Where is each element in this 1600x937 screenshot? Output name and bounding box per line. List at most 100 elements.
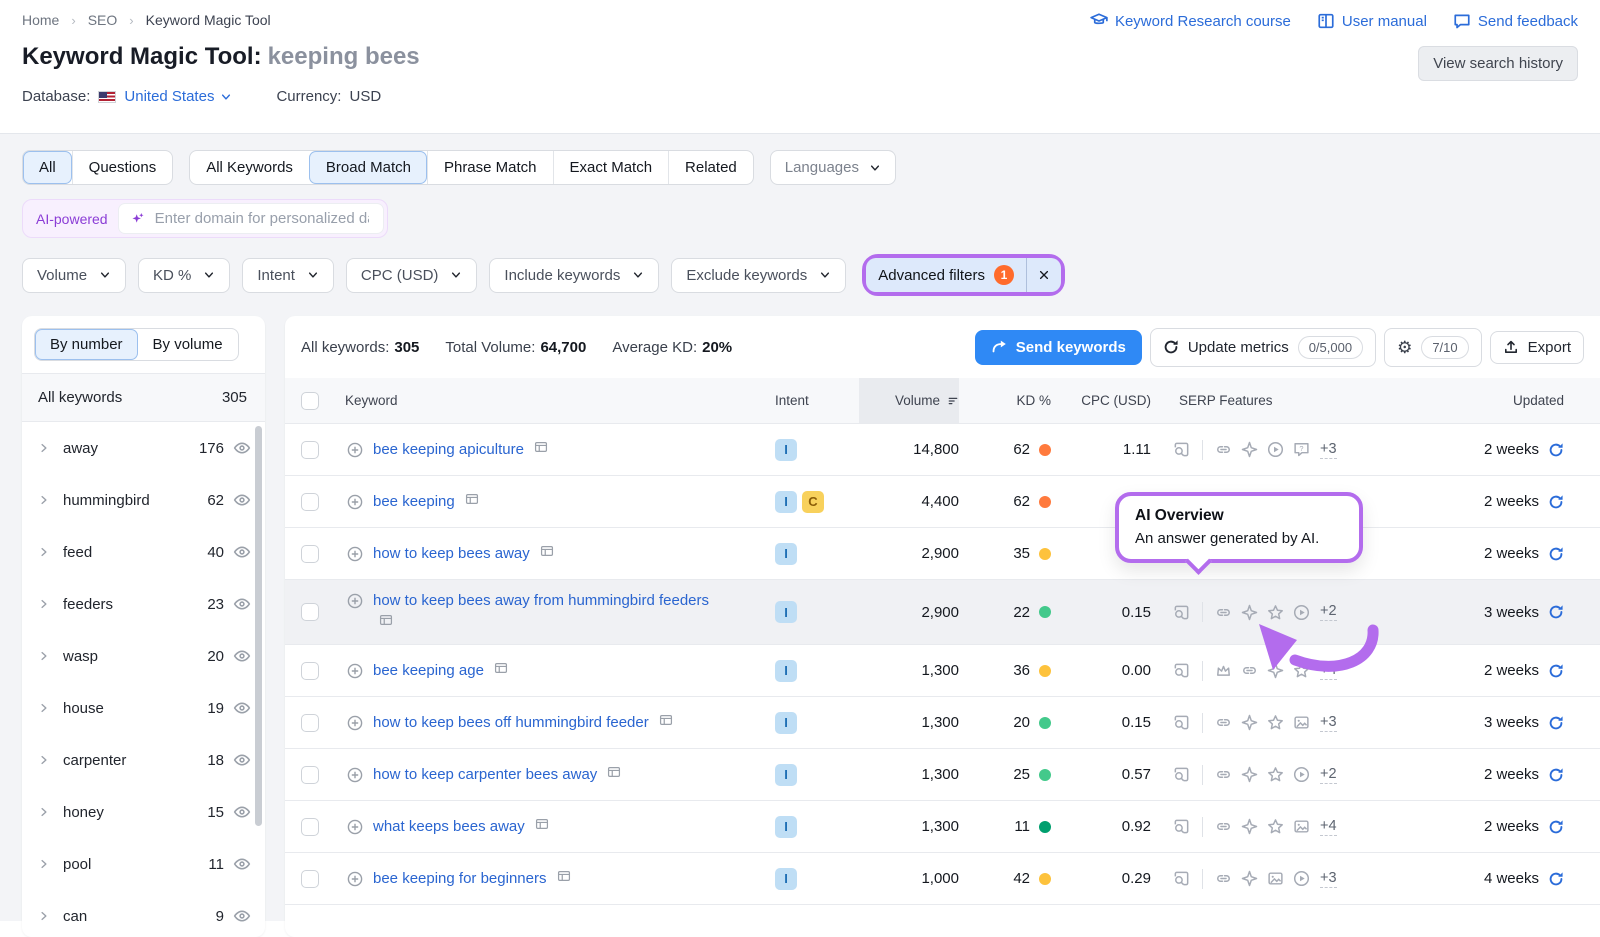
add-keyword-icon[interactable] (347, 663, 363, 679)
keyword-link[interactable]: bee keeping for beginners (373, 868, 571, 890)
image-icon[interactable] (1293, 818, 1310, 835)
serp-preview-icon[interactable] (534, 440, 548, 454)
keyword-link[interactable]: how to keep bees away (373, 543, 554, 565)
add-keyword-icon[interactable] (347, 494, 363, 510)
row-checkbox[interactable] (301, 766, 319, 784)
link-icon[interactable] (1215, 714, 1232, 731)
refresh-icon[interactable] (1548, 663, 1564, 679)
keyword-link[interactable]: bee keeping age (373, 660, 508, 682)
keyword-group-row[interactable]: feed 40 (22, 526, 265, 578)
filter-cpc[interactable]: CPC (USD) (346, 258, 478, 293)
eye-icon[interactable] (233, 543, 251, 561)
chevron-right-icon[interactable] (38, 494, 50, 506)
add-keyword-icon[interactable] (347, 819, 363, 835)
serp-preview-icon[interactable] (1173, 662, 1190, 679)
tab-broad-match[interactable]: Broad Match (309, 151, 427, 184)
chevron-right-icon[interactable] (38, 858, 50, 870)
star-icon[interactable] (1267, 604, 1284, 621)
chevron-right-icon[interactable] (38, 546, 50, 558)
keyword-link[interactable]: how to keep bees away from hummingbird f… (373, 590, 725, 634)
eye-icon[interactable] (233, 699, 251, 717)
keyword-group-row[interactable]: hummingbird 62 (22, 474, 265, 526)
intent-badge-I[interactable]: I (775, 816, 797, 838)
column-intent[interactable]: Intent (775, 378, 859, 423)
update-metrics-button[interactable]: Update metrics 0/5,000 (1150, 328, 1376, 367)
tab-related[interactable]: Related (668, 151, 753, 184)
link-icon[interactable] (1215, 441, 1232, 458)
view-search-history-button[interactable]: View search history (1418, 46, 1578, 81)
languages-dropdown[interactable]: Languages (770, 150, 896, 185)
serp-preview-icon[interactable] (494, 661, 508, 675)
intent-badge-I[interactable]: I (775, 660, 797, 682)
row-checkbox[interactable] (301, 818, 319, 836)
star-icon[interactable] (1267, 818, 1284, 835)
intent-badge-I[interactable]: I (775, 764, 797, 786)
link-icon[interactable] (1215, 870, 1232, 887)
row-checkbox[interactable] (301, 441, 319, 459)
keyword-link[interactable]: what keeps bees away (373, 816, 549, 838)
link-icon[interactable] (1215, 766, 1232, 783)
all-keywords-row[interactable]: All keywords 305 (22, 373, 265, 422)
ai-overview-icon[interactable] (1241, 870, 1258, 887)
eye-icon[interactable] (233, 855, 251, 873)
serp-preview-icon[interactable] (535, 817, 549, 831)
add-keyword-icon[interactable] (347, 593, 363, 609)
sidebar-tab-by-volume[interactable]: By volume (138, 329, 238, 360)
table-row[interactable]: how to keep carpenter bees away I 1,300 … (285, 749, 1600, 801)
link-icon[interactable] (1215, 818, 1232, 835)
refresh-icon[interactable] (1548, 546, 1564, 562)
row-checkbox[interactable] (301, 545, 319, 563)
serp-more[interactable]: +2 (1320, 603, 1337, 621)
row-checkbox[interactable] (301, 870, 319, 888)
serp-more[interactable]: +2 (1320, 766, 1337, 784)
serp-more[interactable]: +3 (1320, 441, 1337, 459)
keyword-link[interactable]: how to keep bees off hummingbird feeder (373, 712, 673, 734)
row-checkbox[interactable] (301, 603, 319, 621)
refresh-icon[interactable] (1548, 767, 1564, 783)
serp-preview-icon[interactable] (1173, 441, 1190, 458)
filter-kd[interactable]: KD % (138, 258, 230, 293)
serp-more[interactable]: +3 (1320, 714, 1337, 732)
keyword-link[interactable]: how to keep carpenter bees away (373, 764, 621, 786)
eye-icon[interactable] (233, 491, 251, 509)
faq-icon[interactable] (1293, 441, 1310, 458)
send-feedback-link[interactable]: Send feedback (1453, 12, 1578, 30)
serp-preview-icon[interactable] (1173, 766, 1190, 783)
ai-overview-icon[interactable] (1241, 818, 1258, 835)
row-checkbox[interactable] (301, 493, 319, 511)
refresh-icon[interactable] (1548, 604, 1564, 620)
star-icon[interactable] (1267, 714, 1284, 731)
intent-badge-I[interactable]: I (775, 712, 797, 734)
column-serp-features[interactable]: SERP Features (1151, 378, 1401, 423)
eye-icon[interactable] (233, 907, 251, 925)
serp-preview-icon[interactable] (540, 544, 554, 558)
ai-overview-icon[interactable] (1241, 714, 1258, 731)
column-keyword[interactable]: Keyword (345, 378, 775, 423)
user-manual-link[interactable]: User manual (1317, 12, 1427, 30)
filter-exclude-keywords[interactable]: Exclude keywords (671, 258, 846, 293)
keyword-link[interactable]: bee keeping (373, 491, 479, 513)
video-icon[interactable] (1293, 870, 1310, 887)
column-updated[interactable]: Updated (1401, 378, 1584, 423)
serp-preview-icon[interactable] (1173, 714, 1190, 731)
intent-badge-I[interactable]: I (775, 491, 797, 513)
tab-all[interactable]: All (23, 151, 72, 184)
add-keyword-icon[interactable] (347, 871, 363, 887)
filter-volume[interactable]: Volume (22, 258, 126, 293)
image-icon[interactable] (1267, 870, 1284, 887)
filter-intent[interactable]: Intent (242, 258, 334, 293)
serp-preview-icon[interactable] (659, 713, 673, 727)
intent-badge-C[interactable]: C (802, 491, 824, 513)
serp-preview-icon[interactable] (465, 492, 479, 506)
table-row[interactable]: bee keeping age I 1,300 36 0.00 +4 2 wee… (285, 645, 1600, 697)
refresh-icon[interactable] (1548, 871, 1564, 887)
keyword-group-row[interactable]: feeders 23 (22, 578, 265, 630)
chevron-right-icon[interactable] (38, 442, 50, 454)
eye-icon[interactable] (233, 803, 251, 821)
keyword-group-row[interactable]: carpenter 18 (22, 734, 265, 786)
serp-preview-icon[interactable] (1173, 818, 1190, 835)
tab-questions[interactable]: Questions (72, 151, 173, 184)
column-kd[interactable]: KD % (959, 378, 1051, 423)
keyword-group-row[interactable]: away 176 (22, 422, 265, 474)
keyword-research-course-link[interactable]: Keyword Research course (1090, 12, 1291, 30)
